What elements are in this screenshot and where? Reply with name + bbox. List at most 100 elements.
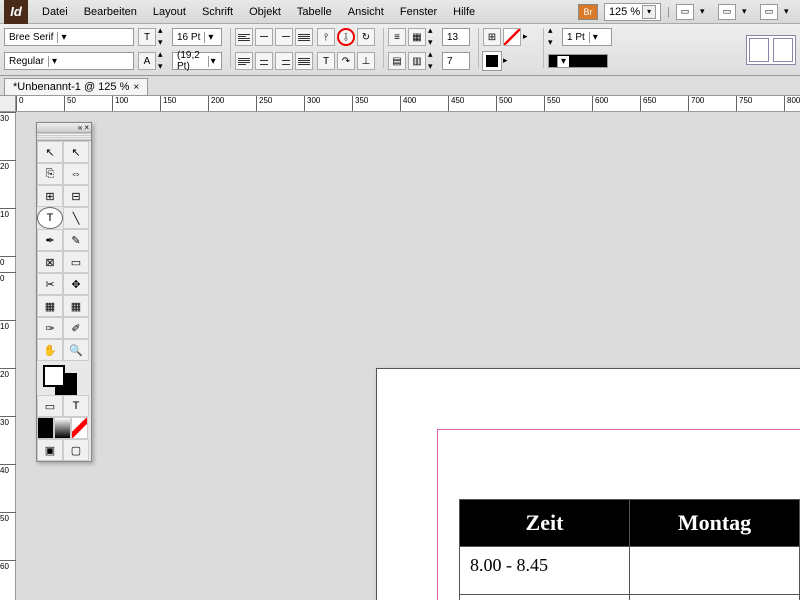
free-transform-tool[interactable]: ✥ xyxy=(63,273,89,295)
menu-ansicht[interactable]: Ansicht xyxy=(340,2,392,22)
pencil-tool[interactable]: ✎ xyxy=(63,229,89,251)
content-placer-tool[interactable]: ⊟ xyxy=(63,185,89,207)
stroke-style-select[interactable]: ▾ xyxy=(548,54,608,68)
baseline-icon[interactable]: ⊥ xyxy=(357,52,375,70)
cols-up[interactable]: ▴ xyxy=(428,49,440,61)
valign-center-icon[interactable]: ⫱ xyxy=(337,28,355,46)
panel-grip[interactable] xyxy=(37,133,91,141)
preview-view-icon[interactable]: ▢ xyxy=(63,439,89,461)
menu-fenster[interactable]: Fenster xyxy=(392,2,445,22)
text-direction-icon[interactable]: T xyxy=(317,52,335,70)
spread-preview-icon[interactable] xyxy=(746,35,796,65)
dropdown-icon[interactable]: ▾ xyxy=(700,6,712,18)
dropdown-icon[interactable]: ▾ xyxy=(784,6,796,18)
font-size-select[interactable]: 16 Pt▾ xyxy=(172,28,222,46)
fill-stroke-swatch[interactable] xyxy=(37,361,89,395)
stroke-weight-select[interactable]: 1 Pt▾ xyxy=(562,28,612,46)
size-up[interactable]: ▴ xyxy=(158,25,170,37)
view-mode-icon-2[interactable]: ▭ xyxy=(718,4,736,20)
apply-color-icon[interactable] xyxy=(37,417,54,439)
font-family-select[interactable]: Bree Serif▾ xyxy=(4,28,134,46)
panel-header[interactable]: « × xyxy=(37,123,91,133)
lead-down[interactable]: ▾ xyxy=(158,61,170,73)
direct-selection-tool[interactable]: ↖ xyxy=(63,141,89,163)
apply-gradient-icon[interactable] xyxy=(54,417,71,439)
gap-tool[interactable]: ⇔ xyxy=(63,163,89,185)
align-center-icon[interactable] xyxy=(255,28,273,46)
zoom-level[interactable]: 125 %▾ xyxy=(604,3,661,21)
note-tool[interactable]: ✑ xyxy=(37,317,63,339)
hand-tool[interactable]: ✋ xyxy=(37,339,63,361)
stroke-up[interactable]: ▴ xyxy=(548,25,560,37)
rows-down[interactable]: ▾ xyxy=(428,37,440,49)
bridge-icon[interactable]: Br xyxy=(578,4,598,20)
size-down[interactable]: ▾ xyxy=(158,37,170,49)
menu-schrift[interactable]: Schrift xyxy=(194,2,241,22)
stroke-down[interactable]: ▾ xyxy=(548,37,560,49)
justify-center-icon[interactable] xyxy=(255,52,273,70)
fill-color[interactable] xyxy=(43,365,65,387)
cols-down[interactable]: ▾ xyxy=(428,61,440,73)
schedule-table[interactable]: Zeit Montag 8.00 - 8.45 9.00 - 9.45 10.0… xyxy=(459,499,800,600)
cols-input[interactable] xyxy=(442,52,470,70)
pen-tool[interactable]: ✒ xyxy=(37,229,63,251)
eyedropper-tool[interactable]: ✐ xyxy=(63,317,89,339)
lead-up[interactable]: ▴ xyxy=(158,49,170,61)
page-tool[interactable]: ⎘ xyxy=(37,163,63,185)
merge-cols-icon[interactable]: ▥ xyxy=(408,52,426,70)
normal-view-icon[interactable]: ▣ xyxy=(37,439,63,461)
cell-montag[interactable] xyxy=(630,595,800,600)
no-border-icon[interactable] xyxy=(503,28,521,46)
scissors-tool[interactable]: ✂ xyxy=(37,273,63,295)
collapse-icon[interactable]: « xyxy=(78,123,82,132)
cell-montag[interactable] xyxy=(630,547,800,595)
ruler-origin[interactable] xyxy=(0,96,16,112)
dropdown-icon[interactable]: ▾ xyxy=(742,6,754,18)
page[interactable]: Zeit Montag 8.00 - 8.45 9.00 - 9.45 10.0… xyxy=(376,368,800,600)
rotate-text-icon[interactable]: ↻ xyxy=(357,28,375,46)
tools-panel[interactable]: « × ↖ ↖ ⎘ ⇔ ⊞ ⊟ T ╲ ✒ ✎ ⊠ ▭ ✂ ✥ ▦ ▦ ✑ ✐ … xyxy=(36,122,92,462)
valign-top-icon[interactable]: ⫯ xyxy=(317,28,335,46)
document-tab[interactable]: *Unbenannt-1 @ 125 % × xyxy=(4,78,148,95)
header-montag[interactable]: Montag xyxy=(630,500,800,547)
tab-close-icon[interactable]: × xyxy=(133,82,139,93)
format-frame-icon[interactable]: ▭ xyxy=(37,395,63,417)
cell-border-icon[interactable]: ⊞ xyxy=(483,28,501,46)
format-text-icon[interactable]: T xyxy=(63,395,89,417)
table-row[interactable]: 9.00 - 9.45 xyxy=(460,595,800,600)
rows-input[interactable] xyxy=(442,28,470,46)
border-more-icon[interactable]: ▸ xyxy=(523,31,535,43)
list-icon[interactable]: ≡ xyxy=(388,28,406,46)
align-left-icon[interactable] xyxy=(235,28,253,46)
document-canvas[interactable]: Zeit Montag 8.00 - 8.45 9.00 - 9.45 10.0… xyxy=(16,112,800,600)
justify-icon[interactable] xyxy=(295,28,313,46)
rows-up[interactable]: ▴ xyxy=(428,25,440,37)
fill-more-icon[interactable]: ▸ xyxy=(503,55,515,67)
align-right-icon[interactable] xyxy=(275,28,293,46)
fill-swatch[interactable] xyxy=(483,52,501,70)
cell-time[interactable]: 9.00 - 9.45 xyxy=(460,595,630,600)
rectangle-frame-tool[interactable]: ⊠ xyxy=(37,251,63,273)
header-zeit[interactable]: Zeit xyxy=(460,500,630,547)
zoom-tool[interactable]: 🔍 xyxy=(63,339,89,361)
menu-layout[interactable]: Layout xyxy=(145,2,194,22)
justify-all-icon[interactable] xyxy=(295,52,313,70)
cell-time[interactable]: 8.00 - 8.45 xyxy=(460,547,630,595)
table-row[interactable]: 8.00 - 8.45 xyxy=(460,547,800,595)
font-style-select[interactable]: Regular▾ xyxy=(4,52,134,70)
line-tool[interactable]: ╲ xyxy=(63,207,89,229)
content-collector-tool[interactable]: ⊞ xyxy=(37,185,63,207)
menu-hilfe[interactable]: Hilfe xyxy=(445,2,483,22)
menu-tabelle[interactable]: Tabelle xyxy=(289,2,340,22)
vertical-ruler[interactable]: 30 20 10 0 0 10 20 30 40 50 60 xyxy=(0,112,16,600)
merge-h-icon[interactable]: ▤ xyxy=(388,52,406,70)
apply-none-icon[interactable] xyxy=(71,417,88,439)
view-mode-icon-3[interactable]: ▭ xyxy=(760,4,778,20)
rectangle-tool[interactable]: ▭ xyxy=(63,251,89,273)
justify-right-icon[interactable] xyxy=(275,52,293,70)
leading-select[interactable]: (19,2 Pt)▾ xyxy=(172,52,222,70)
gradient-feather-tool[interactable]: ▦ xyxy=(63,295,89,317)
char-rotate-icon[interactable]: ↷ xyxy=(337,52,355,70)
gradient-swatch-tool[interactable]: ▦ xyxy=(37,295,63,317)
merge-rows-icon[interactable]: ▦ xyxy=(408,28,426,46)
